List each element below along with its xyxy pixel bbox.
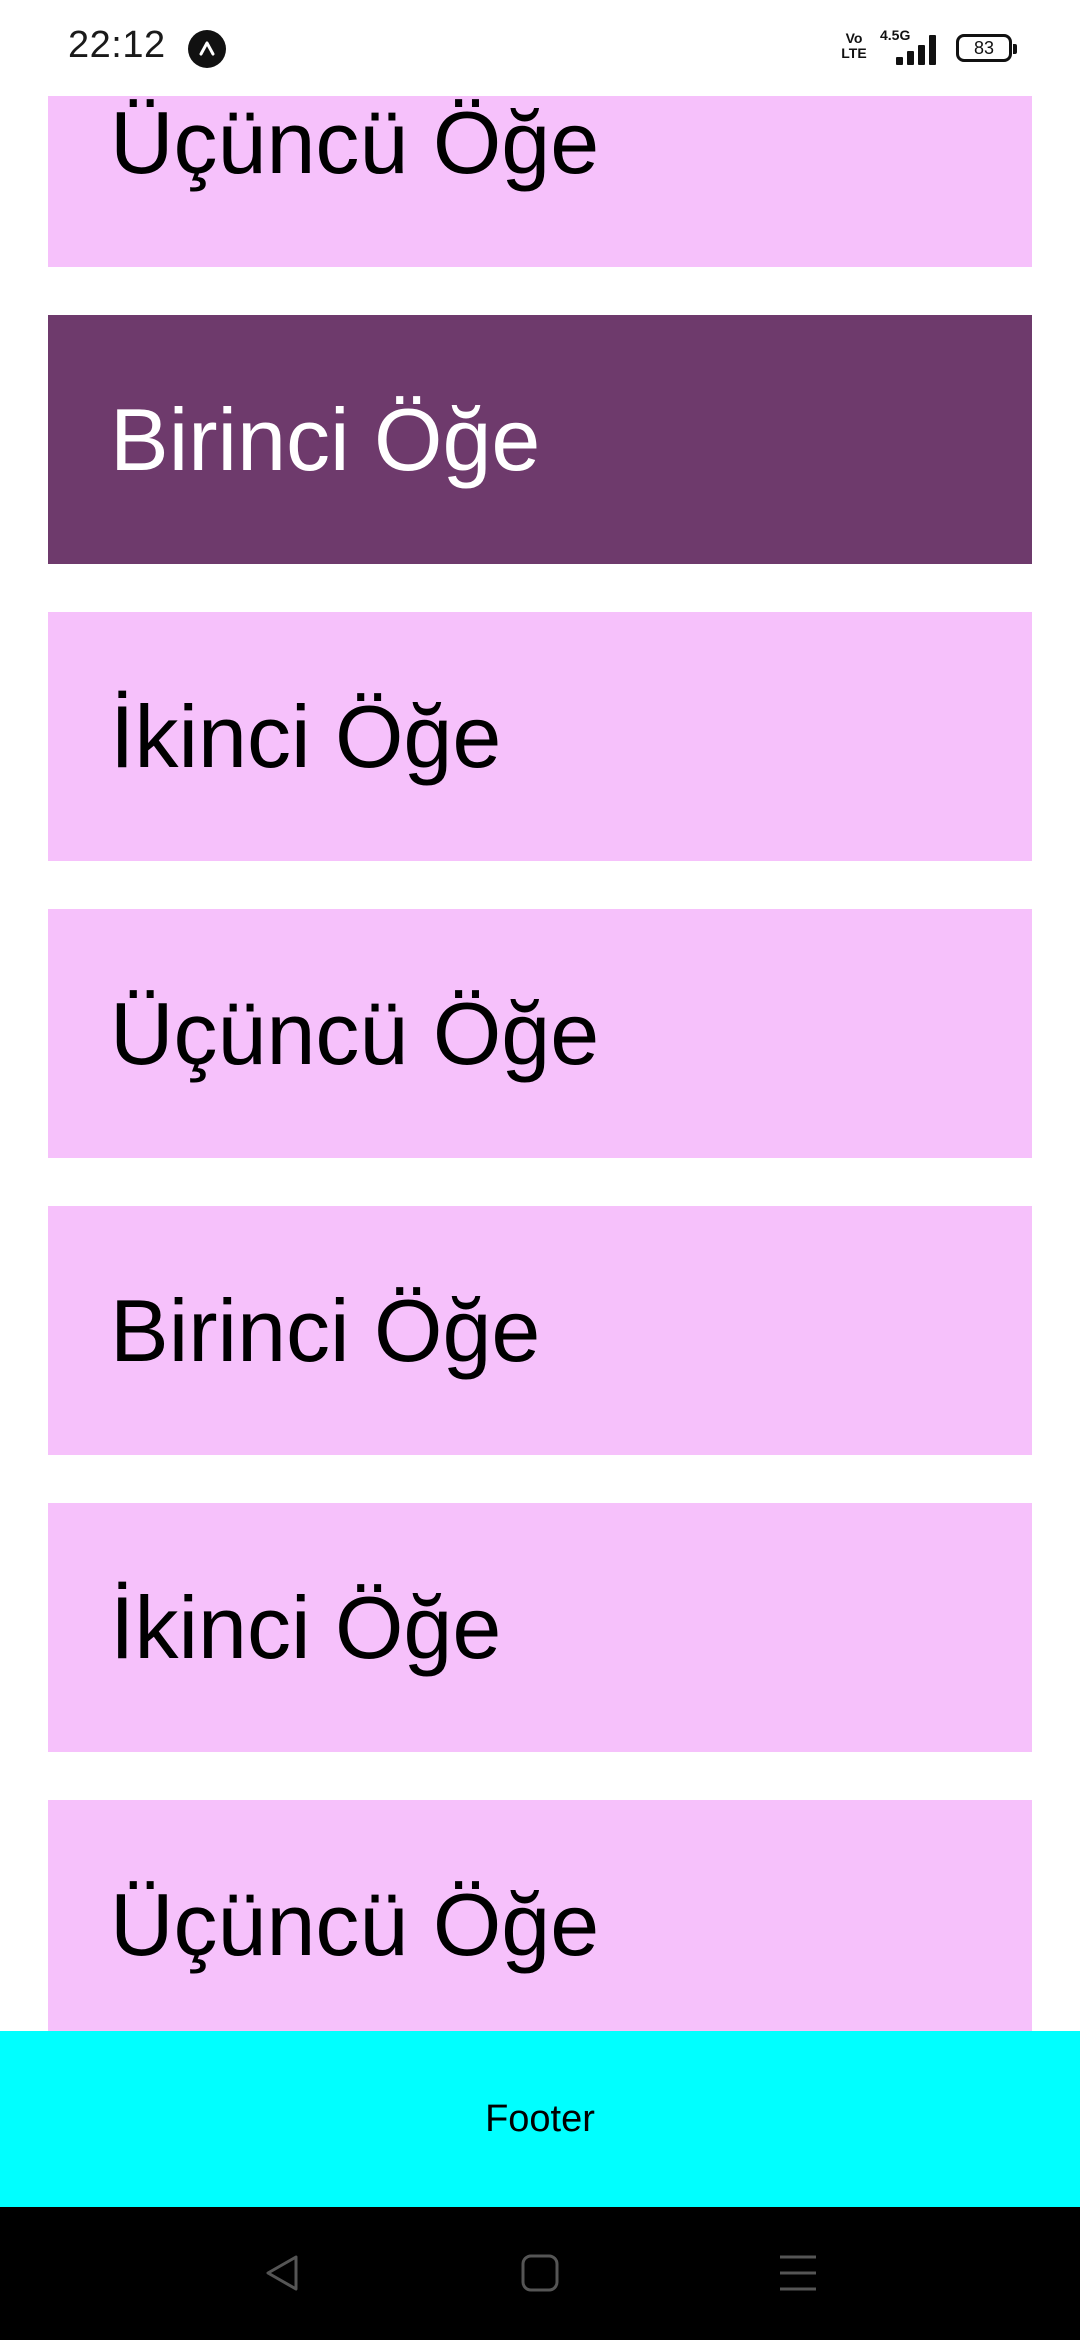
list-item-label: İkinci Öğe [110, 686, 502, 786]
home-icon[interactable] [508, 2241, 572, 2305]
list-item[interactable]: İkinci Öğe [48, 1503, 1032, 1752]
list-item-label: İkinci Öğe [110, 1577, 502, 1677]
list-item-label: Birinci Öğe [110, 389, 541, 489]
navigation-bar [0, 2207, 1080, 2340]
list-item-label: Üçüncü Öğe [110, 1874, 600, 1974]
list-item-label: Üçüncü Öğe [110, 983, 600, 1083]
recents-icon[interactable] [766, 2241, 830, 2305]
footer-label: Footer [485, 2097, 595, 2140]
list-container: Üçüncü Öğe Birinci Öğe İkinci Öğe Üçüncü… [48, 96, 1032, 2031]
list-item-label: Birinci Öğe [110, 1280, 541, 1380]
list-item[interactable]: Üçüncü Öğe [48, 96, 1032, 267]
up-arrow-badge-icon [188, 30, 226, 68]
status-time: 22:12 [68, 24, 166, 66]
list-item[interactable]: Üçüncü Öğe [48, 909, 1032, 1158]
status-bar: 22:12 Vo LTE 4.5G 83 [0, 0, 1080, 96]
list-item[interactable]: Üçüncü Öğe [48, 1800, 1032, 2031]
back-icon[interactable] [250, 2241, 314, 2305]
signal-icon: 4.5G [880, 27, 942, 65]
network-type: 4.5G [880, 27, 911, 43]
list-item-selected[interactable]: Birinci Öğe [48, 315, 1032, 564]
item-list[interactable]: Üçüncü Öğe Birinci Öğe İkinci Öğe Üçüncü… [0, 96, 1080, 2031]
battery-icon: 83 [956, 34, 1017, 62]
list-item[interactable]: İkinci Öğe [48, 612, 1032, 861]
volte-icon: Vo LTE [841, 30, 867, 61]
battery-level: 83 [973, 37, 995, 58]
status-icons: Vo LTE 4.5G 83 [840, 27, 1017, 68]
list-item[interactable]: Birinci Öğe [48, 1206, 1032, 1455]
footer: Footer [0, 2031, 1080, 2207]
list-item-label: Üçüncü Öğe [110, 96, 600, 192]
